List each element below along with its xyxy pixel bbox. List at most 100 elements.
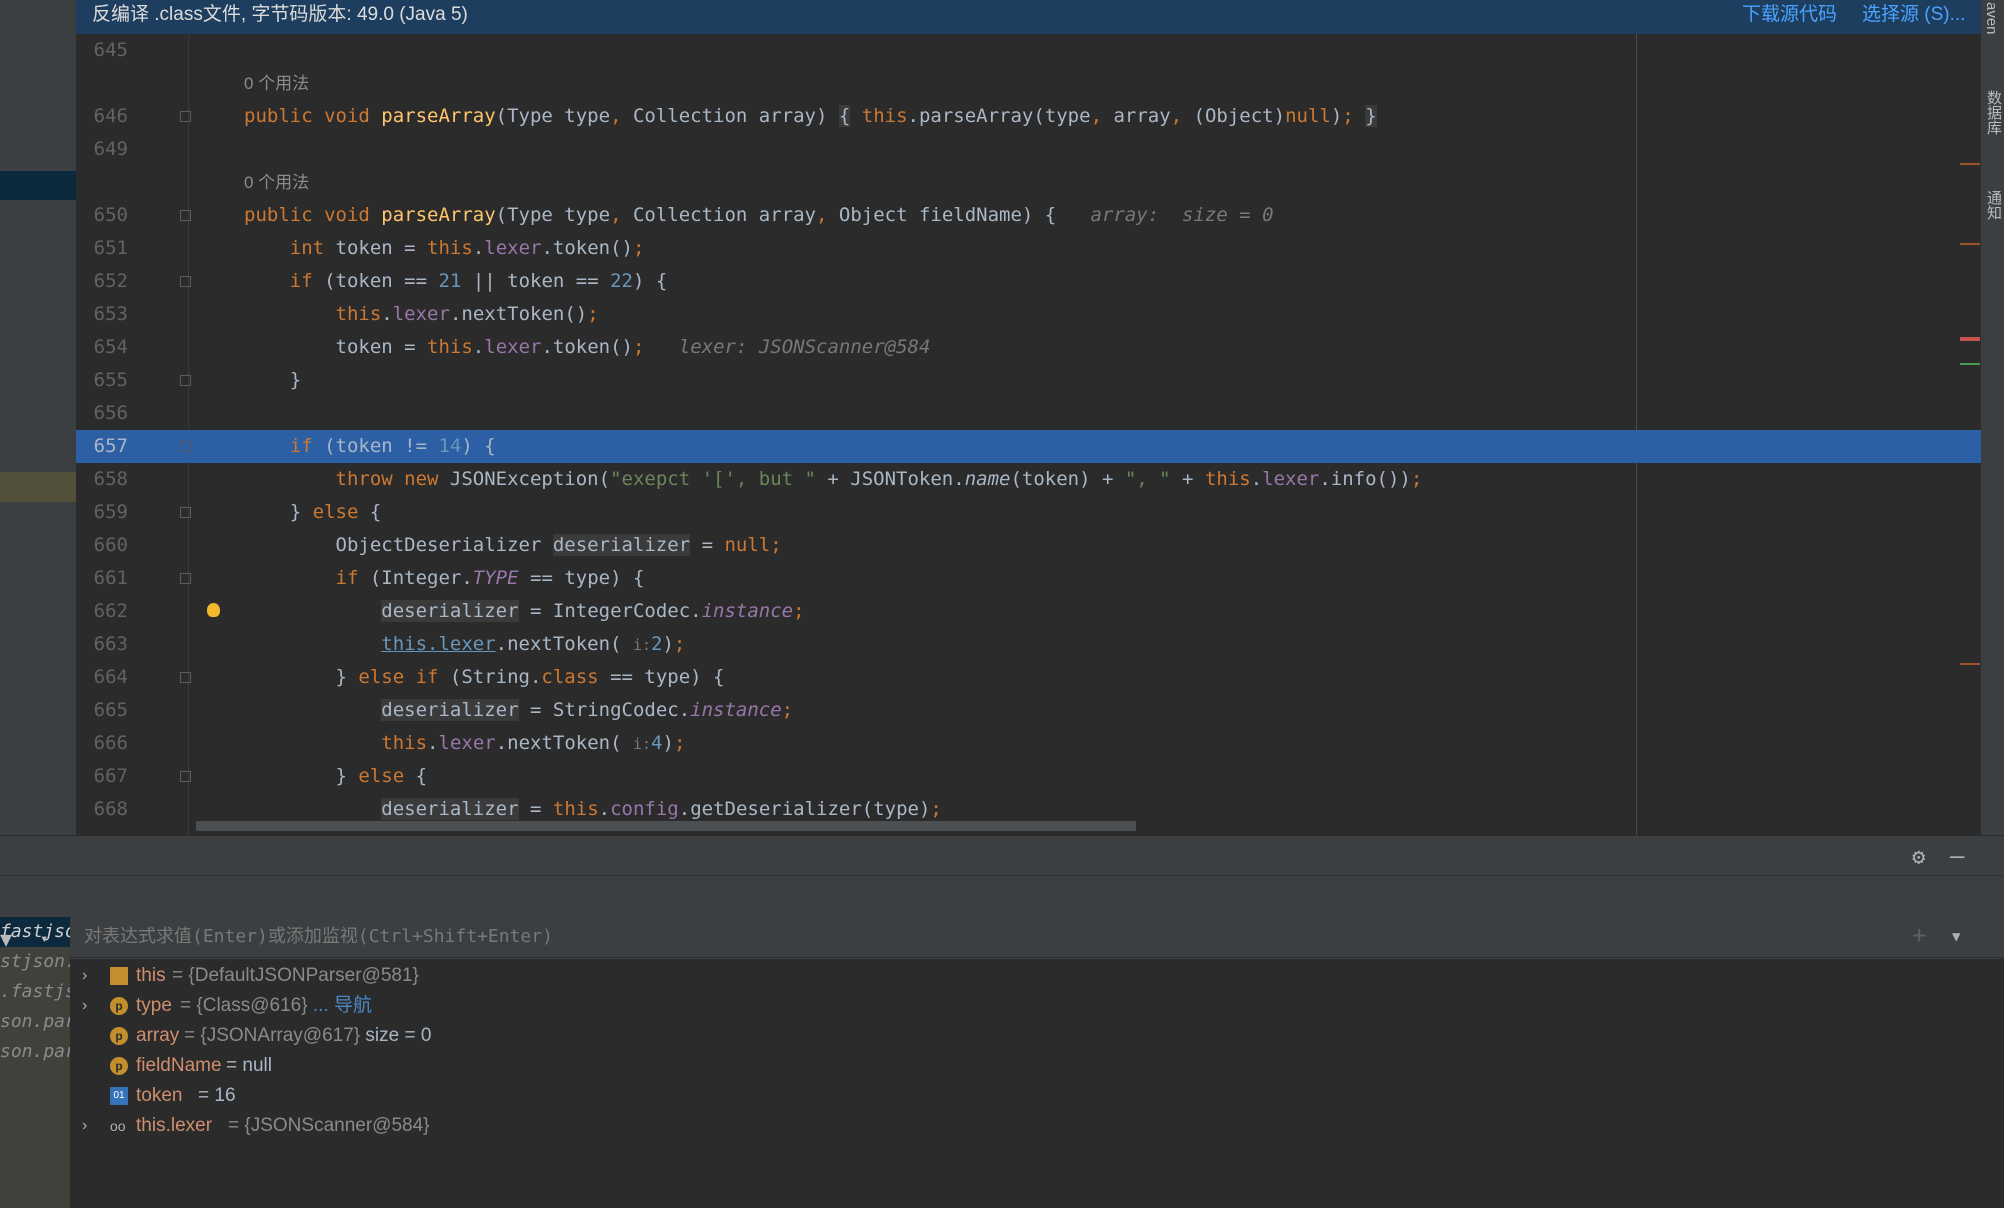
frame-item[interactable]: son.pars xyxy=(0,1007,70,1037)
fold-end-icon[interactable] xyxy=(180,507,191,518)
code-line[interactable]: 646 public void parseArray(Type type, Co… xyxy=(76,100,1981,133)
minimize-icon[interactable]: — xyxy=(1950,842,1964,870)
frame-item[interactable]: son.pars xyxy=(0,1037,70,1067)
line-number: 651 xyxy=(93,237,128,259)
fold-plus-icon[interactable] xyxy=(180,111,191,122)
line-number: 665 xyxy=(93,699,128,721)
fold-end-icon[interactable] xyxy=(180,375,191,386)
param-icon: p xyxy=(110,997,128,1015)
error-stripe-mark[interactable] xyxy=(1960,663,1980,665)
error-stripe-mark[interactable] xyxy=(1960,337,1980,341)
usage-hint[interactable]: 0 个用法 xyxy=(244,67,309,100)
evaluate-expression-bar[interactable]: 对表达式求值(Enter)或添加监视(Ctrl+Shift+Enter) + ▼ xyxy=(70,917,2004,958)
line-number: 645 xyxy=(93,39,128,61)
error-stripe-mark[interactable] xyxy=(1960,243,1980,245)
maven-tool-tab[interactable]: aven xyxy=(1983,2,2000,35)
download-source-link[interactable]: 下载源代码 xyxy=(1742,0,1837,30)
inline-debug-value: array: size = 0 xyxy=(1090,204,1274,226)
expand-arrow-icon[interactable]: › xyxy=(82,991,87,1021)
navigate-link[interactable]: ... 导航 xyxy=(313,995,372,1016)
code-text: if (token != 14) { xyxy=(289,435,496,457)
horizontal-scrollbar[interactable] xyxy=(196,821,1136,831)
code-line[interactable]: 664 } else if (String.class == type) { xyxy=(76,661,1981,694)
line-number: 660 xyxy=(93,534,128,556)
line-number: 653 xyxy=(93,303,128,325)
filter-dropdown-icon[interactable]: ▾ xyxy=(40,931,48,947)
decompiled-banner: 反编译 .class文件, 字节码版本: 49.0 (Java 5) 下载源代码… xyxy=(76,0,1981,34)
debug-toolbar: ⚙ — xyxy=(0,835,2004,876)
project-selected-row[interactable] xyxy=(0,171,76,200)
current-execution-line[interactable]: 657 if (token != 14) { xyxy=(76,430,1981,463)
line-number: 661 xyxy=(93,567,128,589)
code-text: token = this.lexer.token(); lexer: JSONS… xyxy=(244,336,931,358)
code-text: ObjectDeserializer deserializer = null; xyxy=(244,534,782,556)
variable-row[interactable]: 01 token = 16 xyxy=(70,1081,2004,1111)
variable-row[interactable]: › p type = {Class@616} ... 导航 xyxy=(70,991,2004,1021)
add-watch-icon[interactable]: + xyxy=(1912,921,1926,949)
code-line[interactable]: 660 ObjectDeserializer deserializer = nu… xyxy=(76,529,1981,562)
gear-icon[interactable]: ⚙ xyxy=(1912,845,1925,870)
line-number: 655 xyxy=(93,369,128,391)
code-line[interactable]: 655 } xyxy=(76,364,1981,397)
fold-minus-icon[interactable] xyxy=(180,210,191,221)
code-line[interactable]: 652 if (token == 21 || token == 22) { xyxy=(76,265,1981,298)
variable-row[interactable]: › this = {DefaultJSONParser@581} xyxy=(70,961,2004,991)
fold-minus-icon[interactable] xyxy=(180,441,191,452)
code-line[interactable]: 645 xyxy=(76,34,1981,67)
code-text: public void parseArray(Type type, Collec… xyxy=(244,204,1274,226)
variables-tree[interactable]: › this = {DefaultJSONParser@581} › p typ… xyxy=(70,959,2004,1208)
fold-end-icon[interactable] xyxy=(180,771,191,782)
fold-minus-icon[interactable] xyxy=(180,276,191,287)
notifications-tool-tab[interactable]: 通知 xyxy=(1983,190,2004,220)
watch-glasses-icon: oo xyxy=(110,1118,126,1134)
database-tool-tab[interactable]: 数据库 xyxy=(1983,90,2004,135)
code-line[interactable]: 667 } else { xyxy=(76,760,1981,793)
usage-hint[interactable]: 0 个用法 xyxy=(244,166,309,199)
code-line[interactable]: 649 xyxy=(76,133,1981,166)
chevron-down-icon[interactable]: ▼ xyxy=(1952,929,1960,945)
frames-list[interactable]: fastjson.p stjson.se .fastjson son.pars … xyxy=(0,917,71,1208)
variable-name: this.lexer xyxy=(136,1115,213,1136)
banner-title: 反编译 .class文件, 字节码版本: 49.0 (Java 5) xyxy=(92,4,468,25)
frame-item[interactable]: .fastjson xyxy=(0,977,70,1007)
code-editor[interactable]: 645 0 个用法 646 public void parseArray(Typ… xyxy=(76,34,1981,835)
lightbulb-icon[interactable] xyxy=(207,603,220,617)
error-stripe-mark[interactable] xyxy=(1960,363,1980,365)
evaluate-expression-input[interactable]: 对表达式求值(Enter)或添加监视(Ctrl+Shift+Enter) xyxy=(84,917,553,957)
line-number: 650 xyxy=(93,204,128,226)
variable-value: = {DefaultJSONParser@581} xyxy=(172,965,419,986)
code-line[interactable]: 663 this.lexer.nextToken( i:2); xyxy=(76,628,1981,661)
code-text: int token = this.lexer.token(); xyxy=(289,237,645,259)
frame-item[interactable]: stjson.se xyxy=(0,947,70,977)
fold-end-icon[interactable] xyxy=(180,672,191,683)
code-line[interactable]: 650 public void parseArray(Type type, Co… xyxy=(76,199,1981,232)
expand-arrow-icon[interactable]: › xyxy=(82,961,87,991)
project-tool-strip xyxy=(0,0,76,835)
code-text: } else { xyxy=(244,501,382,523)
code-line[interactable]: 656 xyxy=(76,397,1981,430)
code-line[interactable]: 661 if (Integer.TYPE == type) { xyxy=(76,562,1981,595)
code-line[interactable]: 662 deserializer = IntegerCodec.instance… xyxy=(76,595,1981,628)
error-stripe-mark[interactable] xyxy=(1960,163,1980,165)
line-number: 667 xyxy=(93,765,128,787)
variable-row[interactable]: › oo this.lexer = {JSONScanner@584} xyxy=(70,1111,2004,1141)
variable-row[interactable]: p fieldName = null xyxy=(70,1051,2004,1081)
code-text: public void parseArray(Type type, Collec… xyxy=(244,105,1377,127)
code-line[interactable]: 651 int token = this.lexer.token(); xyxy=(76,232,1981,265)
variable-value: = {JSONArray@617} xyxy=(184,1025,361,1046)
code-line[interactable]: 659 } else { xyxy=(76,496,1981,529)
code-line[interactable]: 653 this.lexer.nextToken(); xyxy=(76,298,1981,331)
local-int-icon: 01 xyxy=(110,1087,128,1105)
param-icon: p xyxy=(110,1057,128,1075)
code-line[interactable]: 666 this.lexer.nextToken( i:4); xyxy=(76,727,1981,760)
variable-row[interactable]: p array = {JSONArray@617} size = 0 xyxy=(70,1021,2004,1051)
filter-icon[interactable]: ▼ xyxy=(0,927,12,951)
code-text: } else if (String.class == type) { xyxy=(244,666,725,688)
line-number: 652 xyxy=(93,270,128,292)
fold-minus-icon[interactable] xyxy=(180,573,191,584)
choose-source-link[interactable]: 选择源 (S)... xyxy=(1862,0,1965,30)
code-line[interactable]: 665 deserializer = StringCodec.instance; xyxy=(76,694,1981,727)
expand-arrow-icon[interactable]: › xyxy=(82,1111,87,1141)
code-line[interactable]: 658 throw new JSONException("exepct '[',… xyxy=(76,463,1981,496)
code-line[interactable]: 654 token = this.lexer.token(); lexer: J… xyxy=(76,331,1981,364)
